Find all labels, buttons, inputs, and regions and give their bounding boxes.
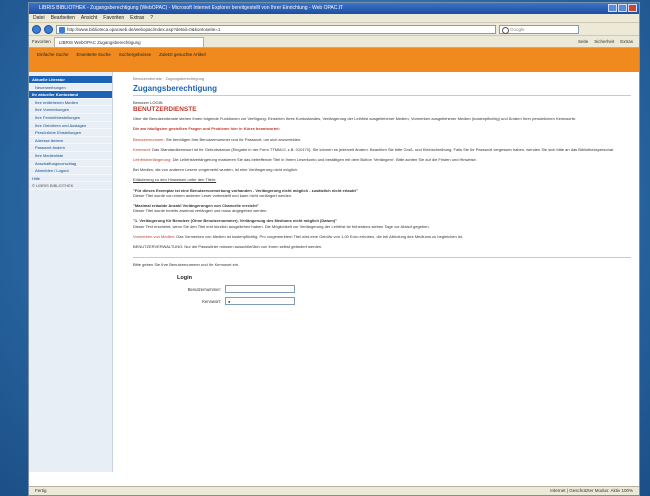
section-title: BENUTZERDIENSTE (133, 106, 197, 114)
paragraph-renewal: Leihfristverlängerung: Die Leihfristverl… (133, 157, 631, 162)
user-number-field[interactable] (225, 285, 295, 294)
close-button[interactable] (628, 4, 637, 12)
page-title: Zugangsberechtigung (133, 84, 631, 96)
page-menu-button[interactable]: Seite (578, 39, 588, 44)
sidebar-item[interactable]: Hilfe (29, 175, 112, 183)
window-title: LIBRIS BIBLIOTHEK - Zugangsberechtigung … (39, 5, 344, 11)
back-icon[interactable] (32, 24, 41, 34)
menu-item-file[interactable]: Datei (33, 14, 45, 22)
para-label: Kennwort: (133, 146, 152, 152)
search-input[interactable]: Google (499, 24, 579, 34)
maximize-button[interactable] (618, 4, 627, 12)
user-number-label: Benutzernummer: (187, 286, 221, 292)
faq-link[interactable]: Die am häufigsten gestellten Fragen und … (133, 126, 631, 131)
main-area: Aktuelle Literatur Neuerwerbungen Ihr aktu… (29, 72, 639, 472)
tab-bar: Favoriten LIBRIS WebOPAC Zugangsberechti… (29, 36, 639, 48)
sidebar-item[interactable]: Ihre Gebühren und Auslagen (29, 122, 112, 130)
command-bar: Seite Sicherheit Extras (578, 39, 639, 44)
menu-bar: Datei Bearbeiten Ansicht Favoriten Extra… (29, 14, 639, 23)
menu-item-view[interactable]: Ansicht (81, 14, 97, 22)
forward-icon[interactable] (44, 24, 53, 34)
navigation-bar: http://www.biblioteca.opacweb.de/webopac… (29, 23, 639, 36)
para-text: Das Vormerken von Medien ist kostenpflic… (175, 233, 463, 239)
title-bar: LIBRIS BIBLIOTHEK - Zugangsberechtigung … (29, 3, 639, 14)
security-menu-button[interactable]: Sicherheit (594, 39, 614, 44)
window-controls (608, 4, 637, 12)
para-label: Vormerken von Medien: (133, 233, 176, 239)
paragraph-reserved: Bei Medien, die von anderen Lesern vorge… (133, 167, 298, 173)
sidebar-item[interactable]: Ihre Fernleihbestellungen (29, 114, 112, 122)
nav-advanced-search[interactable]: Erweiterte Suche (77, 52, 111, 57)
paragraph-reserve: Vormerken von Medien: Das Vormerken von … (133, 234, 631, 239)
password-row: Kennwort: ● (133, 297, 631, 306)
password-label: Kennwort: (202, 298, 221, 304)
sidebar-item[interactable]: Ihre entliehenen Medien (29, 99, 112, 107)
para-label: Benutzernummer: (133, 136, 165, 142)
top-navigation: Einfache Suche Erweiterte Suche Sucherge… (29, 48, 639, 72)
paragraph-password: Kennwort: Das Standardkennwort ist Ihr G… (133, 147, 631, 152)
user-line: Benutzer LOGIN (133, 100, 163, 105)
nav-search-results[interactable]: Suchergebnisse (119, 52, 151, 57)
sidebar: Aktuelle Literatur Neuerwerbungen Ihr aktu… (29, 72, 113, 472)
para-text: Die Leihfristverlängerung markieren Sie … (171, 157, 477, 163)
status-bar: Fertig Internet | Geschützter Modus: Akt… (29, 486, 639, 495)
sidebar-item[interactable]: Passwort ändern (29, 144, 112, 152)
sidebar-item: © LIBRIS BIBLIOTHEK (29, 182, 112, 190)
note3-text: Dieser Text erscheint, wenn Sie den Tite… (133, 223, 430, 229)
user-number-row: Benutzernummer: (133, 285, 631, 294)
sidebar-item[interactable]: Adresse ändern (29, 137, 112, 145)
intro-text: Über die Benutzerdienste stehen Ihnen fo… (133, 116, 577, 122)
sidebar-item[interactable]: Neuerwerbungen (29, 84, 112, 92)
favorites-button[interactable]: Favoriten (32, 39, 51, 44)
breadcrumb: Benutzerdienste · Zugangsberechtigung (133, 76, 205, 81)
para-label: Leihfristverlängerung: (133, 157, 172, 163)
status-right: Internet | Geschützter Modus: Aktiv 100% (550, 488, 633, 493)
sidebar-item[interactable]: Ihr aktueller Kontostand (29, 91, 112, 99)
nav-simple-search[interactable]: Einfache Suche (37, 52, 69, 57)
paragraph-account: Benutzernummer: Sie benötigen Ihre Benut… (133, 137, 631, 142)
note2-text: Dieser Titel wurde bereits zweimal verlä… (133, 208, 268, 214)
content: Benutzerdienste · Zugangsberechtigung Zu… (113, 72, 639, 472)
sidebar-item[interactable]: Persönliche Einstellungen (29, 129, 112, 137)
address-bar[interactable]: http://www.biblioteca.opacweb.de/webopac… (56, 24, 496, 34)
sidebar-item[interactable]: Anschaffungsvorschlag (29, 160, 112, 168)
sidebar-item[interactable]: Aktuelle Literatur (29, 76, 112, 84)
sidebar-item[interactable]: Ihre Medienliste (29, 152, 112, 160)
sidebar-item[interactable]: Abmelden / Logout (29, 167, 112, 175)
menu-item-favorites[interactable]: Favoriten (103, 14, 124, 22)
tools-menu-button[interactable]: Extras (620, 39, 633, 44)
password-field[interactable]: ● (225, 297, 295, 306)
tab-active[interactable]: LIBRIS WebOPAC Zugangsberechtigung (53, 36, 204, 47)
browser-window: LIBRIS BIBLIOTHEK - Zugangsberechtigung … (28, 2, 640, 496)
note1-text: Dieser Titel wurde von einem anderen Les… (133, 192, 293, 198)
minimize-button[interactable] (608, 4, 617, 12)
para-text: Sie benötigen Ihre Benutzernummer und Ih… (164, 136, 302, 142)
login-title: Login (177, 275, 192, 282)
sidebar-item[interactable]: Ihre Vormerkungen (29, 106, 112, 114)
login-area: Bitte geben Sie Ihre Benutzernummer und … (133, 257, 631, 306)
para-text: Das Standardkennwort ist Ihr Geburtsdatu… (151, 146, 615, 152)
status-left: Fertig (35, 488, 47, 493)
nav-recent-items[interactable]: Zuletzt gesuchte Artikel (159, 52, 206, 57)
menu-item-help[interactable]: ? (150, 14, 153, 22)
menu-item-tools[interactable]: Extras (130, 14, 144, 22)
explain-title: Erläuterung zu den Hinweisen unter den T… (133, 177, 217, 183)
truncated-text: BENUTZERVERWALTUNG: Nur die Passwörter m… (133, 244, 323, 250)
menu-item-edit[interactable]: Bearbeiten (51, 14, 75, 22)
login-prompt: Bitte geben Sie Ihre Benutzernummer und … (133, 262, 240, 268)
